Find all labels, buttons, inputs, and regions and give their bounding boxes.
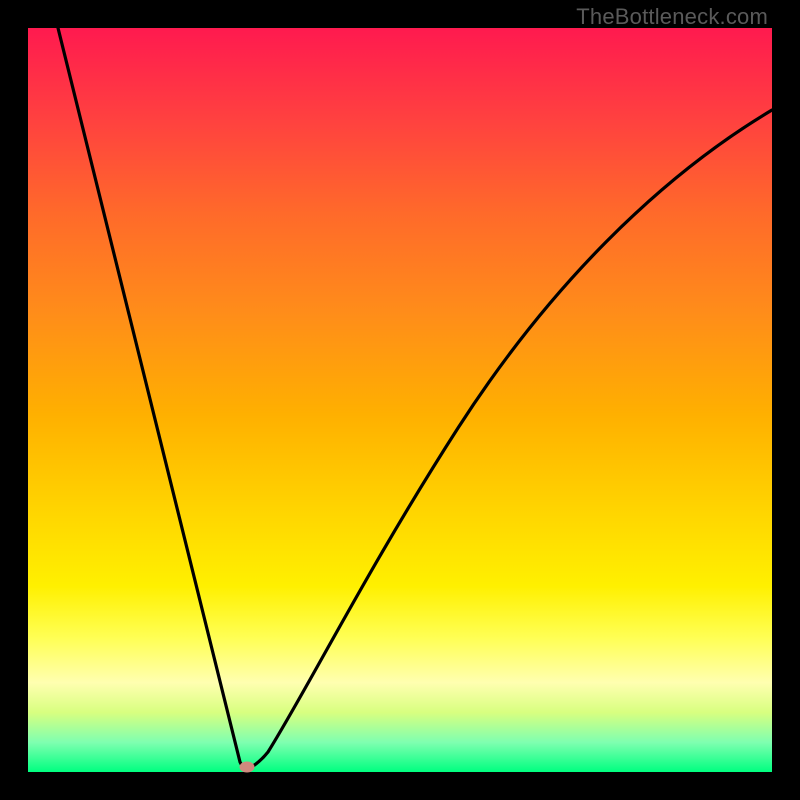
chart-area bbox=[28, 28, 772, 772]
watermark-text: TheBottleneck.com bbox=[576, 4, 768, 30]
bottleneck-curve bbox=[28, 28, 772, 772]
optimal-marker bbox=[240, 761, 255, 772]
curve-path bbox=[58, 28, 772, 769]
